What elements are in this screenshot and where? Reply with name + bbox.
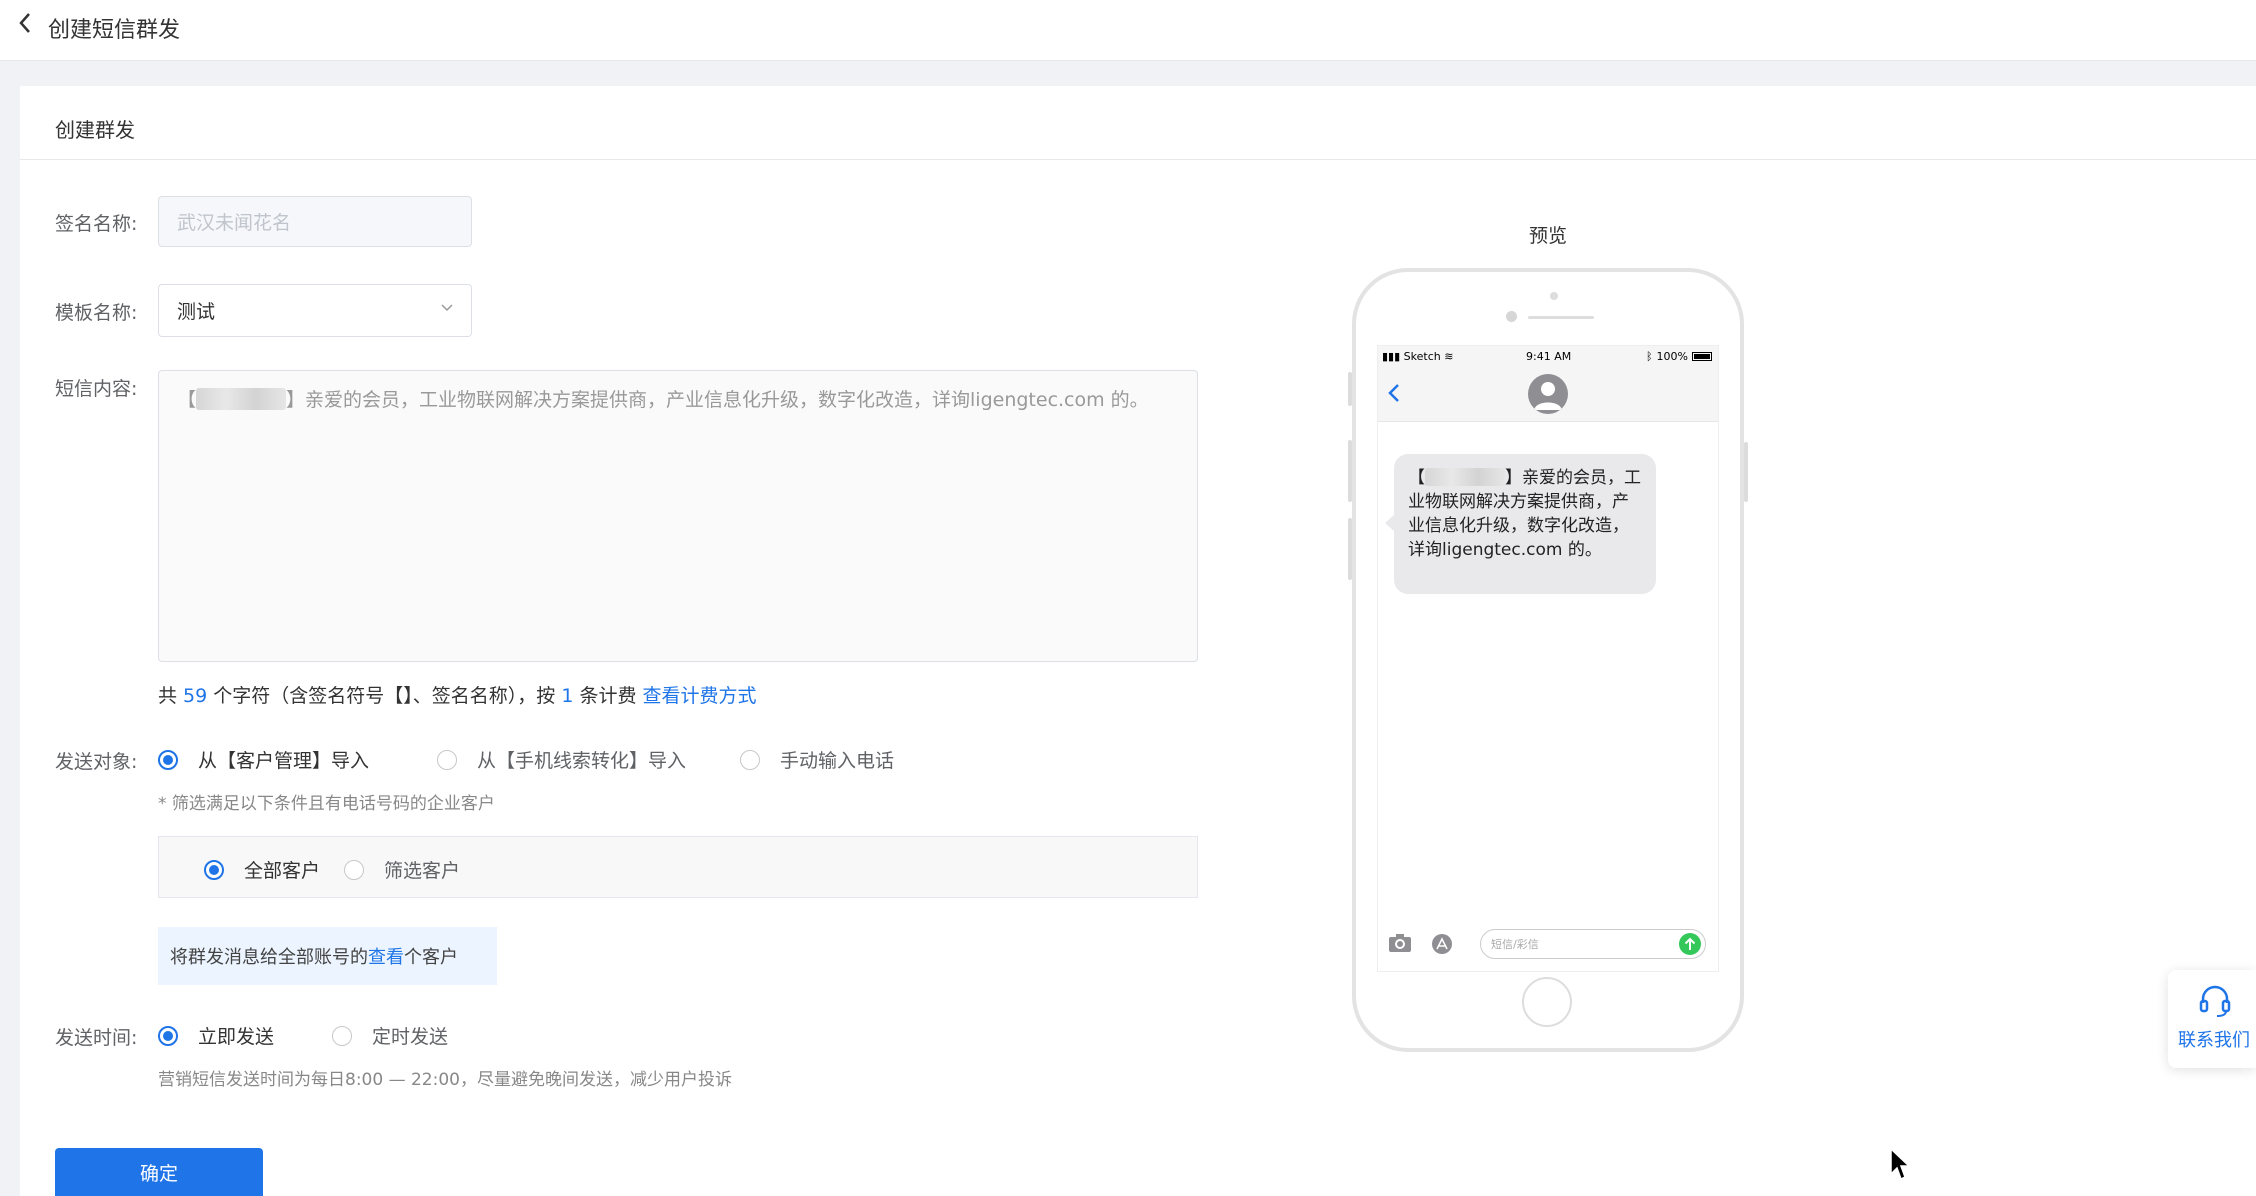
status-right: ᛒ 100%	[1646, 350, 1712, 363]
time-label: 发送时间:	[55, 1027, 138, 1049]
carrier-name: Sketch	[1403, 350, 1441, 363]
battery-icon	[1692, 352, 1712, 361]
redacted-signature	[196, 388, 287, 410]
recipient-info-box: 将群发消息给全部账号的 查看 个客户	[158, 927, 497, 985]
compose-bar: 短信/彩信	[1378, 921, 1718, 971]
contact-us-widget[interactable]: 联系我们	[2168, 970, 2256, 1068]
char-count: 59	[183, 685, 208, 707]
radio-label: 全部客户	[244, 860, 321, 882]
filter-option-all[interactable]: 全部客户	[204, 856, 320, 883]
radio-circle	[158, 749, 178, 770]
count-text-3: 条计费	[573, 685, 643, 707]
target-radio-group: 从【客户管理】导入 从【手机线索转化】导入 手动输入电话	[158, 746, 952, 773]
status-bar: ▮▮▮ Sketch ≋ 9:41 AM ᛒ 100%	[1378, 346, 1718, 366]
info-text-2: 个客户	[404, 947, 458, 968]
submit-button[interactable]: 确定	[55, 1148, 263, 1196]
phone-volume-up	[1348, 440, 1352, 502]
phone-preview: ▮▮▮ Sketch ≋ 9:41 AM ᛒ 100% 【】亲爱的会员，工业物联网…	[1348, 268, 1748, 1052]
card-title: 创建群发	[55, 118, 135, 142]
contact-us-label: 联系我们	[2178, 1030, 2250, 1051]
compose-input[interactable]: 短信/彩信	[1480, 929, 1706, 959]
billing-method-link[interactable]: 查看计费方式	[643, 685, 757, 707]
radio-circle	[437, 749, 458, 770]
top-bar: 创建短信群发	[0, 0, 2256, 61]
wifi-icon: ≋	[1444, 350, 1454, 363]
radio-circle	[204, 859, 224, 880]
signature-label: 签名名称:	[55, 213, 138, 235]
target-label: 发送对象:	[55, 751, 138, 773]
card-header: 创建群发	[20, 86, 2256, 160]
battery-level: 100%	[1656, 350, 1688, 363]
template-select[interactable]: 测试	[158, 284, 472, 337]
back-chevron-icon[interactable]	[18, 12, 32, 34]
count-text-1: 共	[158, 685, 184, 707]
back-chevron-icon[interactable]	[1388, 383, 1400, 403]
phone-power-button	[1744, 442, 1748, 502]
time-radio-group: 立即发送 定时发送	[158, 1022, 506, 1049]
phone-mute-switch	[1348, 372, 1352, 406]
view-recipients-link[interactable]: 查看	[368, 943, 404, 969]
target-option-phone-leads[interactable]: 从【手机线索转化】导入	[437, 746, 686, 773]
radio-label: 定时发送	[372, 1026, 449, 1048]
content-text: 】亲爱的会员，工业物联网解决方案提供商，产业信息化升级，数字化改造，详询lige…	[286, 389, 1149, 411]
camera-icon[interactable]	[1388, 933, 1412, 953]
mouse-cursor-icon	[1890, 1148, 1911, 1181]
radio-circle	[344, 859, 365, 880]
bubble-prefix: 【	[1408, 468, 1425, 488]
target-option-manual-input[interactable]: 手动输入电话	[740, 746, 894, 773]
bluetooth-icon: ᛒ	[1645, 350, 1653, 363]
message-bubble: 【】亲爱的会员，工业物联网解决方案提供商，产业信息化升级，数字化改造，详询lig…	[1385, 454, 1656, 594]
status-time: 9:41 AM	[1526, 350, 1572, 363]
phone-volume-down	[1348, 518, 1352, 580]
signature-value: 武汉未闻花名	[177, 212, 292, 234]
message-navbar	[1378, 366, 1718, 422]
template-label: 模板名称:	[55, 302, 138, 324]
phone-camera	[1506, 311, 1517, 322]
content-textarea[interactable]: 【 】亲爱的会员，工业物联网解决方案提供商，产业信息化升级，数字化改造，详询lig…	[158, 370, 1198, 662]
radio-label: 从【客户管理】导入	[198, 750, 370, 772]
time-option-immediate[interactable]: 立即发送	[158, 1022, 274, 1049]
target-option-customer-mgmt[interactable]: 从【客户管理】导入	[158, 746, 369, 773]
main-card: 创建群发 签名名称: 武汉未闻花名 模板名称: 测试 短信内容: 【 】亲爱的会员…	[20, 86, 2256, 1196]
billing-count: 1	[561, 685, 574, 707]
template-value: 测试	[177, 301, 216, 323]
signature-input: 武汉未闻花名	[158, 196, 472, 247]
filter-radio-group: 全部客户 筛选客户	[204, 856, 518, 883]
page-title: 创建短信群发	[48, 18, 181, 43]
preview-label: 预览	[1529, 225, 1568, 247]
content-prefix: 【	[177, 389, 197, 411]
compose-placeholder: 短信/彩信	[1491, 938, 1539, 951]
filter-option-filtered[interactable]: 筛选客户	[344, 856, 460, 883]
radio-circle	[332, 1025, 353, 1046]
app-store-icon[interactable]	[1430, 933, 1454, 955]
status-carrier: ▮▮▮ Sketch ≋	[1382, 350, 1454, 363]
radio-label: 手动输入电话	[780, 750, 895, 772]
char-count-line: 共 59 个字符（含签名符号【】、签名名称），按 1 条计费 查看计费方式	[158, 681, 757, 708]
send-arrow-icon[interactable]	[1679, 933, 1701, 955]
radio-label: 从【手机线索转化】导入	[477, 750, 687, 772]
target-hint: * 筛选满足以下条件且有电话号码的企业客户	[158, 794, 495, 814]
radio-label: 筛选客户	[384, 860, 461, 882]
redacted-signature	[1425, 468, 1505, 486]
content-label: 短信内容:	[55, 378, 138, 400]
contact-avatar-icon	[1528, 374, 1568, 414]
time-option-scheduled[interactable]: 定时发送	[332, 1022, 448, 1049]
headset-icon	[2199, 985, 2231, 1017]
phone-sensor	[1550, 292, 1558, 300]
info-text-1: 将群发消息给全部账号的	[170, 947, 368, 968]
filter-box: 全部客户 筛选客户	[158, 836, 1198, 898]
phone-home-button	[1522, 977, 1572, 1027]
radio-label: 立即发送	[198, 1026, 275, 1048]
radio-circle	[158, 1025, 178, 1046]
time-hint: 营销短信发送时间为每日8:00 — 22:00，尽量避免晚间发送，减少用户投诉	[158, 1070, 732, 1090]
phone-screen: ▮▮▮ Sketch ≋ 9:41 AM ᛒ 100% 【】亲爱的会员，工业物联网…	[1377, 345, 1719, 972]
count-text-2: 个字符（含签名符号【】、签名名称），按	[207, 685, 562, 707]
phone-speaker	[1528, 316, 1594, 319]
chevron-down-icon	[441, 304, 453, 312]
radio-circle	[740, 749, 761, 770]
